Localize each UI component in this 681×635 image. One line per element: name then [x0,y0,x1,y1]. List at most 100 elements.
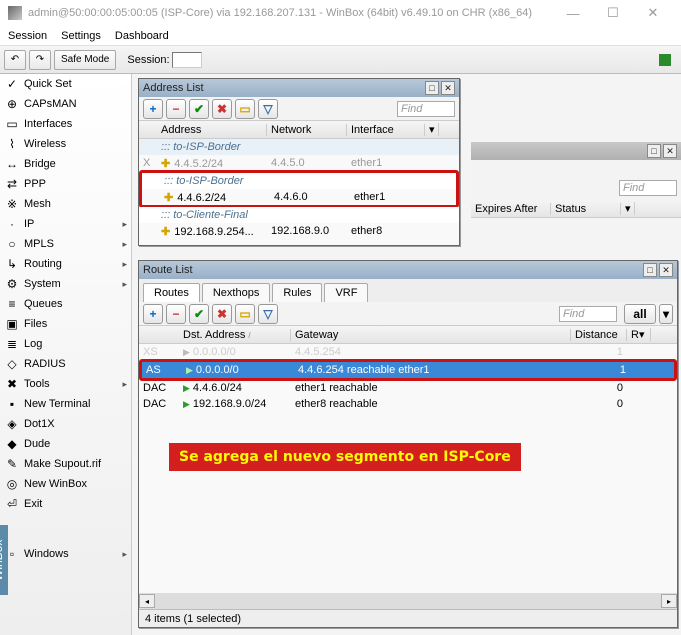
sidebar-item-log[interactable]: ≣Log [0,334,131,354]
table-row[interactable]: ✚192.168.9.254... 192.168.9.0 ether8 [139,223,459,239]
sidebar-item-new-winbox[interactable]: ◎New WinBox [0,474,131,494]
col-expires[interactable]: Expires After [471,203,551,215]
all-drop-icon[interactable]: ▾ [659,304,673,324]
filter-button[interactable]: ▽ [258,99,278,119]
menu-dashboard[interactable]: Dashboard [115,30,169,42]
table-row[interactable]: ::: to-ISP-Border [142,173,456,189]
col-distance[interactable]: Distance [571,329,627,341]
sidebar-item-interfaces[interactable]: ▭Interfaces [0,114,131,134]
status-text: 4 items (1 selected) [145,613,241,625]
col-status[interactable]: Status [551,203,621,215]
sidebar-item-ip[interactable]: ·IP▸ [0,214,131,234]
col-drop-icon[interactable]: ▾ [425,123,439,136]
col-drop-icon[interactable]: ▾ [621,202,635,215]
find-input[interactable]: Find [559,306,617,322]
table-row[interactable]: AS ▶0.0.0.0/0 4.4.6.254 reachable ether1… [142,362,674,378]
sidebar-item-capsman[interactable]: ⊕CAPsMAN [0,94,131,114]
partial-find-input[interactable]: Find [619,180,677,196]
undo-button[interactable]: ↶ [4,50,26,70]
winbox-tab[interactable]: WinBox [0,525,8,595]
sidebar-item-mpls[interactable]: ○MPLS▸ [0,234,131,254]
partial-close-button[interactable]: ✕ [663,144,677,158]
add-button[interactable]: + [143,304,163,324]
tab-rules[interactable]: Rules [272,283,322,302]
tab-routes[interactable]: Routes [143,283,200,302]
sidebar-item-windows[interactable]: ▫Windows▸ [0,544,131,564]
col-dst[interactable]: Dst. Address / [179,329,291,341]
annotation-text: Se agrega el nuevo segmento en ISP-Core [169,443,521,471]
sidebar-item-routing[interactable]: ↳Routing▸ [0,254,131,274]
col-r[interactable]: R▾ [627,328,651,341]
sidebar-item-label: Interfaces [24,118,72,130]
comment-button[interactable]: ▭ [235,304,255,324]
tab-nexthops[interactable]: Nexthops [202,283,270,302]
col-interface[interactable]: Interface [347,124,425,136]
table-row[interactable]: DAC ▶4.4.6.0/24 ether1 reachable 0 [139,380,677,396]
log-icon: ≣ [4,336,20,352]
table-row[interactable]: XS ▶0.0.0.0/0 4.4.5.254 1 [139,344,677,360]
sidebar-item-files[interactable]: ▣Files [0,314,131,334]
scroll-left-icon[interactable]: ◂ [139,594,155,608]
app-icon [8,6,22,20]
maximize-button[interactable]: ☐ [593,5,633,21]
disable-button[interactable]: ✖ [212,99,232,119]
sidebar-item-bridge[interactable]: ↔Bridge [0,154,131,174]
add-button[interactable]: + [143,99,163,119]
partial-inner-button[interactable]: □ [647,144,661,158]
col-address[interactable]: Address [157,124,267,136]
minimize-button[interactable]: — [553,6,593,21]
sidebar-item-exit[interactable]: ⏎Exit [0,494,131,514]
address-icon: ✚ [164,192,173,204]
route-list-table: Dst. Address / Gateway Distance R▾ XS ▶0… [139,326,677,412]
disable-button[interactable]: ✖ [212,304,232,324]
sidebar-item-mesh[interactable]: ※Mesh [0,194,131,214]
close-button[interactable]: ✕ [633,5,673,21]
route-list-tabs: Routes Nexthops Rules VRF [139,279,677,302]
sidebar-item-quick-set[interactable]: ✓Quick Set [0,74,131,94]
highlight-box: AS ▶0.0.0.0/0 4.4.6.254 reachable ether1… [139,359,677,381]
route-list-close-button[interactable]: ✕ [659,263,673,277]
route-list-titlebar[interactable]: Route List □ ✕ [139,261,677,279]
sidebar-item-tools[interactable]: ✖Tools▸ [0,374,131,394]
sidebar-item-radius[interactable]: ◇RADIUS [0,354,131,374]
table-row[interactable]: ✚4.4.6.2/24 4.4.6.0 ether1 [142,189,456,205]
sidebar-item-new-terminal[interactable]: ▪New Terminal [0,394,131,414]
menu-session[interactable]: Session [8,30,47,42]
all-filter[interactable]: all [624,304,656,324]
filter-button[interactable]: ▽ [258,304,278,324]
sidebar-item-wireless[interactable]: ⌇Wireless [0,134,131,154]
safe-mode-button[interactable]: Safe Mode [54,50,116,70]
scroll-right-icon[interactable]: ▸ [661,594,677,608]
table-row[interactable]: ::: to-Cliente-Final [139,207,459,223]
address-list-inner-button[interactable]: □ [425,81,439,95]
route-list-title: Route List [143,264,193,276]
tab-vrf[interactable]: VRF [324,283,368,302]
sidebar-item-system[interactable]: ⚙System▸ [0,274,131,294]
find-input[interactable]: Find [397,101,455,117]
comment-button[interactable]: ▭ [235,99,255,119]
table-row[interactable]: DAC ▶192.168.9.0/24 ether8 reachable 0 [139,396,677,412]
sidebar-item-ppp[interactable]: ⇄PPP [0,174,131,194]
remove-button[interactable]: − [166,304,186,324]
sidebar-item-queues[interactable]: ≡Queues [0,294,131,314]
col-gateway[interactable]: Gateway [291,329,571,341]
address-list-titlebar[interactable]: Address List □ ✕ [139,79,459,97]
sidebar-item-dot1x[interactable]: ◈Dot1X [0,414,131,434]
sidebar-item-make-supout.rif[interactable]: ✎Make Supout.rif [0,454,131,474]
enable-button[interactable]: ✔ [189,304,209,324]
session-input[interactable] [172,52,202,68]
h-scrollbar[interactable]: ◂ ▸ [139,593,677,609]
table-row[interactable]: X ✚4.4.5.2/24 4.4.5.0 ether1 [139,155,459,171]
address-list-header[interactable]: Address Network Interface ▾ [139,121,459,139]
remove-button[interactable]: − [166,99,186,119]
route-list-statusbar: 4 items (1 selected) [139,609,677,627]
enable-button[interactable]: ✔ [189,99,209,119]
address-list-window: Address List □ ✕ + − ✔ ✖ ▭ ▽ Find Addres… [138,78,460,246]
menu-settings[interactable]: Settings [61,30,101,42]
address-list-close-button[interactable]: ✕ [441,81,455,95]
sidebar-item-dude[interactable]: ◆Dude [0,434,131,454]
col-network[interactable]: Network [267,124,347,136]
route-list-inner-button[interactable]: □ [643,263,657,277]
redo-button[interactable]: ↷ [29,50,51,70]
table-row[interactable]: ::: to-ISP-Border [139,139,459,155]
